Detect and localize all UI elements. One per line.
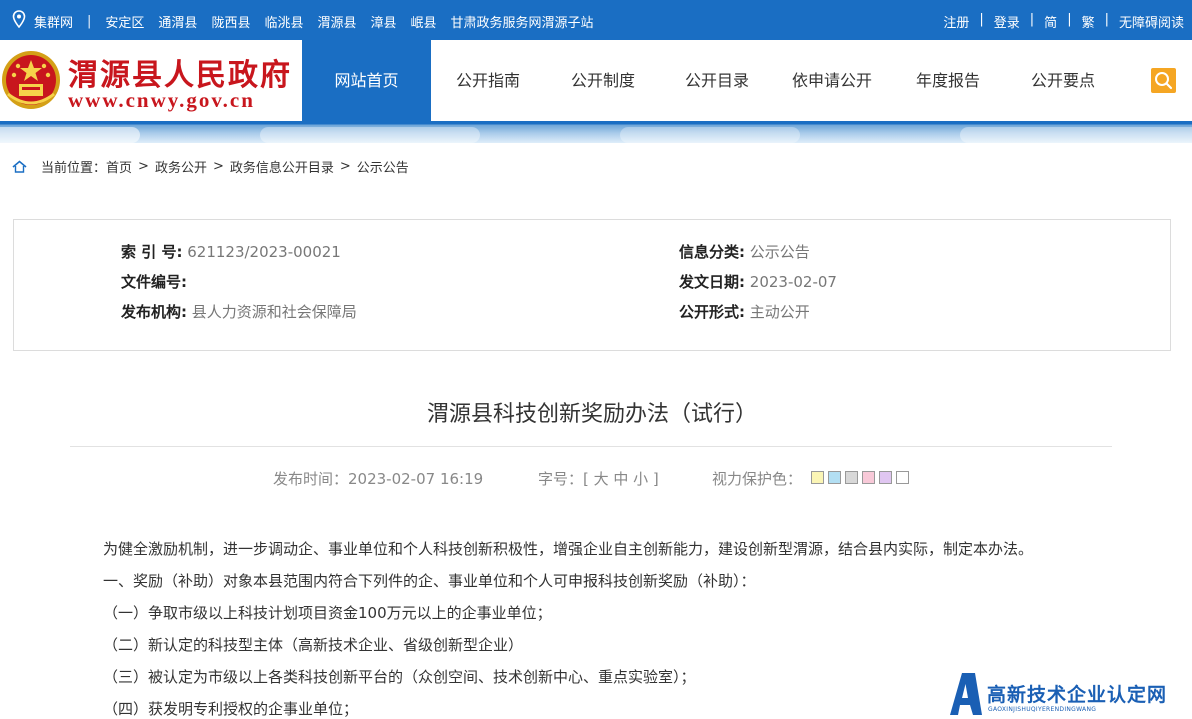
swatch-gray[interactable] [845, 471, 858, 484]
divider: | [1067, 12, 1072, 27]
info-index: 索 引 号: 621123/2023-00021 [121, 241, 341, 262]
paragraph: （二）新认定的科技型主体（高新技术企业、省级创新型企业） [103, 636, 524, 654]
breadcrumb-prefix: 当前位置： [41, 161, 107, 176]
banner-cloud [0, 127, 140, 143]
eye-protect-swatches [811, 471, 913, 484]
link-gov-service[interactable]: 甘肃政务服务网渭源子站 [451, 12, 594, 31]
site-url[interactable]: www.cnwy.gov.cn [68, 88, 255, 113]
watermark-subtext: GAOXINJISHUQIYERENDINGWANG [988, 706, 1097, 713]
search-button[interactable] [1151, 68, 1176, 93]
article-title: 渭源县科技创新奖励办法（试行） [426, 402, 757, 427]
letter-a-logo-icon [950, 673, 982, 715]
nav-annual-report[interactable]: 年度报告 [891, 40, 1005, 121]
chevron-right-icon: > [212, 159, 224, 174]
info-date: 发文日期: 2023-02-07 [679, 271, 837, 292]
main-nav: 网站首页 公开指南 公开制度 公开目录 依申请公开 年度报告 公开要点 [302, 40, 1121, 121]
link-tongwei[interactable]: 通渭县 [158, 12, 197, 31]
register-link[interactable]: 注册 [943, 12, 969, 31]
breadcrumb-home[interactable]: 首页 [106, 157, 132, 176]
info-index-value: 621123/2023-00021 [187, 243, 341, 261]
top-bar: 集群网 | 安定区 通渭县 陇西县 临洮县 渭源县 漳县 岷县 甘肃政务服务网渭… [0, 0, 1192, 40]
header-banner [0, 121, 1192, 143]
banner-cloud [260, 127, 480, 143]
info-category: 信息分类: 公示公告 [679, 241, 810, 262]
font-size-control[interactable]: 字号：[ 大 中 小 ] [538, 468, 659, 489]
divider: | [1029, 12, 1035, 27]
nav-system[interactable]: 公开制度 [545, 40, 661, 121]
divider: | [1104, 12, 1109, 27]
info-org-value: 县人力资源和社会保障局 [191, 303, 357, 321]
login-link[interactable]: 登录 [994, 12, 1020, 31]
swatch-pink[interactable] [862, 471, 875, 484]
paragraph: （四）获发明专利授权的企事业单位； [103, 700, 359, 718]
paragraph: 一、奖励（补助）对象本县范围内符合下列件的企、事业单位和个人可申报科技创新奖励（… [103, 572, 756, 590]
watermark-logo: 高新技术企业认定网 GAOXINJISHUQIYERENDINGWANG [947, 668, 1192, 719]
paragraph: 为健全激励机制，进一步调动企、事业单位和个人科技创新积极性，增强企业自主创新能力… [103, 540, 1034, 558]
paragraph: （三）被认定为市级以上各类科技创新平台的（众创空间、技术创新中心、重点实验室）； [103, 668, 696, 686]
banner-cloud [620, 127, 800, 143]
nav-home[interactable]: 网站首页 [302, 40, 431, 121]
home-icon [12, 160, 27, 173]
search-icon [1155, 72, 1173, 90]
link-zhang[interactable]: 漳县 [370, 12, 396, 31]
swatch-purple[interactable] [879, 471, 892, 484]
breadcrumb-gov-affairs[interactable]: 政务公开 [155, 157, 207, 176]
info-org: 发布机构: 县人力资源和社会保障局 [121, 301, 357, 322]
chevron-right-icon: > [138, 159, 149, 174]
title-divider [70, 446, 1112, 447]
swatch-white[interactable] [896, 471, 909, 484]
info-index-label: 索 引 号: [121, 243, 183, 261]
link-lintao[interactable]: 临洮县 [264, 12, 303, 31]
info-docno: 文件编号: [121, 271, 187, 292]
nav-key-points[interactable]: 公开要点 [1005, 40, 1121, 121]
swatch-blue[interactable] [828, 471, 841, 484]
chevron-right-icon: > [339, 159, 351, 174]
national-emblem-icon [2, 51, 60, 109]
paragraph: （一）争取市级以上科技计划项目资金100万元以上的企事业单位； [103, 604, 552, 622]
site-header: 渭源县人民政府 www.cnwy.gov.cn 网站首页 公开指南 公开制度 公… [0, 40, 1192, 121]
accessibility-link[interactable]: 无障碍阅读 [1119, 12, 1184, 31]
nav-guide[interactable]: 公开指南 [431, 40, 545, 121]
regional-links: 集群网 | 安定区 通渭县 陇西县 临洮县 渭源县 漳县 岷县 甘肃政务服务网渭… [34, 12, 608, 31]
info-form-value: 主动公开 [749, 303, 810, 321]
info-form-label: 公开形式: [679, 303, 745, 321]
breadcrumb-catalog[interactable]: 政务信息公开目录 [230, 157, 334, 176]
link-jiqunwang[interactable]: 集群网 [34, 12, 73, 31]
link-weiyuan[interactable]: 渭源县 [317, 12, 356, 31]
account-links: 注册 | 登录 | 简 | 繁 | 无障碍阅读 [933, 12, 1184, 31]
info-category-label: 信息分类: [679, 243, 745, 261]
location-pin-icon [12, 10, 26, 28]
simplified-link[interactable]: 简 [1044, 12, 1057, 31]
link-longxi[interactable]: 陇西县 [211, 12, 250, 31]
traditional-link[interactable]: 繁 [1082, 12, 1095, 31]
link-anding[interactable]: 安定区 [105, 12, 144, 31]
nav-apply[interactable]: 依申请公开 [773, 40, 891, 121]
swatch-yellow[interactable] [811, 471, 824, 484]
breadcrumb: 当前位置： 首页 > 政务公开 > 政务信息公开目录 > 公示公告 [12, 157, 409, 176]
eye-protect-label: 视力保护色： [712, 470, 803, 488]
info-category-value: 公示公告 [749, 243, 810, 261]
divider: | [979, 12, 984, 27]
info-docno-label: 文件编号: [121, 273, 187, 291]
info-date-label: 发文日期: [679, 273, 745, 291]
info-org-label: 发布机构: [121, 303, 187, 321]
link-min[interactable]: 岷县 [411, 12, 437, 31]
info-form: 公开形式: 主动公开 [679, 301, 810, 322]
nav-catalog[interactable]: 公开目录 [661, 40, 773, 121]
publish-time: 发布时间：2023-02-07 16:19 [273, 470, 484, 488]
banner-cloud [960, 127, 1192, 143]
divider: | [87, 14, 92, 29]
info-date-value: 2023-02-07 [749, 273, 837, 291]
breadcrumb-notice[interactable]: 公示公告 [357, 157, 409, 176]
watermark-text: 高新技术企业认定网 [987, 684, 1168, 706]
